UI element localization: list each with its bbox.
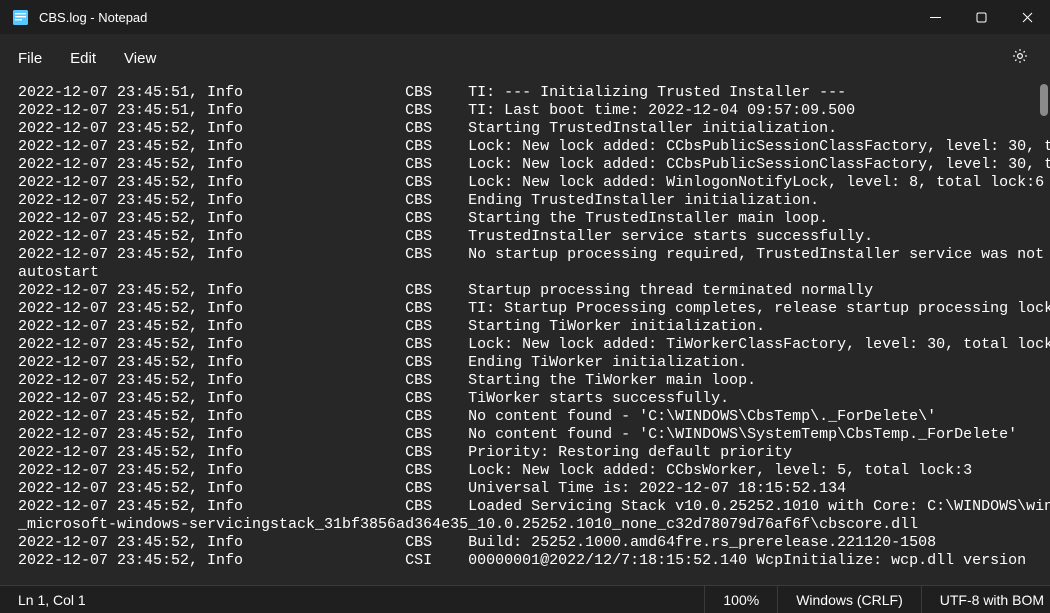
status-zoom: 100% [704, 586, 777, 613]
status-bar: Ln 1, Col 1 100% Windows (CRLF) UTF-8 wi… [0, 585, 1050, 613]
menu-view[interactable]: View [110, 44, 170, 73]
minimize-button[interactable] [912, 0, 958, 34]
vertical-scrollbar[interactable] [1038, 82, 1050, 585]
gear-icon [1011, 47, 1029, 70]
editor-area: 2022-12-07 23:45:51, Info CBS TI: --- In… [0, 82, 1050, 585]
notepad-window: CBS.log - Notepad File Edit View 2022-1 [0, 0, 1050, 613]
scrollbar-thumb[interactable] [1040, 84, 1048, 116]
status-position: Ln 1, Col 1 [0, 586, 104, 613]
status-line-ending: Windows (CRLF) [777, 586, 921, 613]
notepad-icon [12, 9, 29, 26]
maximize-button[interactable] [958, 0, 1004, 34]
status-encoding: UTF-8 with BOM [921, 586, 1050, 613]
menu-file[interactable]: File [4, 44, 56, 73]
menu-bar: File Edit View [0, 34, 1050, 82]
title-bar[interactable]: CBS.log - Notepad [0, 0, 1050, 34]
menu-edit[interactable]: Edit [56, 44, 110, 73]
settings-button[interactable] [1000, 38, 1040, 78]
close-button[interactable] [1004, 0, 1050, 34]
window-title: CBS.log - Notepad [39, 10, 147, 25]
text-content[interactable]: 2022-12-07 23:45:51, Info CBS TI: --- In… [0, 82, 1050, 585]
